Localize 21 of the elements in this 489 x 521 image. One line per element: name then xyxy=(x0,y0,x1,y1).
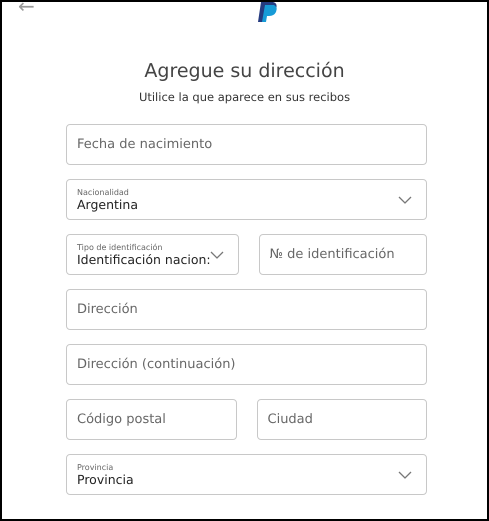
input-field[interactable]: № de identificación xyxy=(258,234,427,275)
logo-icon xyxy=(257,2,279,22)
page-subtitle: Utilice la que aparece en sus recibos xyxy=(138,90,352,104)
dropdown-field[interactable]: Tipo de identificación Identificación nacion: xyxy=(66,234,238,275)
input-field[interactable]: Código postal xyxy=(66,399,236,440)
field-label: Tipo de identificación xyxy=(77,242,164,252)
field-value: Argentina xyxy=(77,196,139,212)
dropdown-field[interactable]: Provincia Provincia xyxy=(66,454,427,495)
input-field[interactable]: Dirección (continuación) xyxy=(66,344,427,385)
input-field[interactable]: Fecha de nacimiento xyxy=(66,124,427,165)
field-label: Nacionalidad xyxy=(77,188,130,196)
field-value: Provincia xyxy=(77,472,135,486)
input-field[interactable]: Dirección xyxy=(66,289,427,330)
field-label: Provincia xyxy=(77,462,114,472)
dropdown-field[interactable]: Nacionalidad Argentina xyxy=(66,179,427,220)
chevron-down-icon xyxy=(210,250,224,258)
input-field[interactable]: Ciudad xyxy=(256,399,427,440)
page-title: Agregue su dirección xyxy=(143,60,346,82)
chevron-down-icon xyxy=(398,470,412,478)
field-value: Identificación nacion: xyxy=(77,252,210,266)
chevron-down-icon xyxy=(398,196,412,204)
